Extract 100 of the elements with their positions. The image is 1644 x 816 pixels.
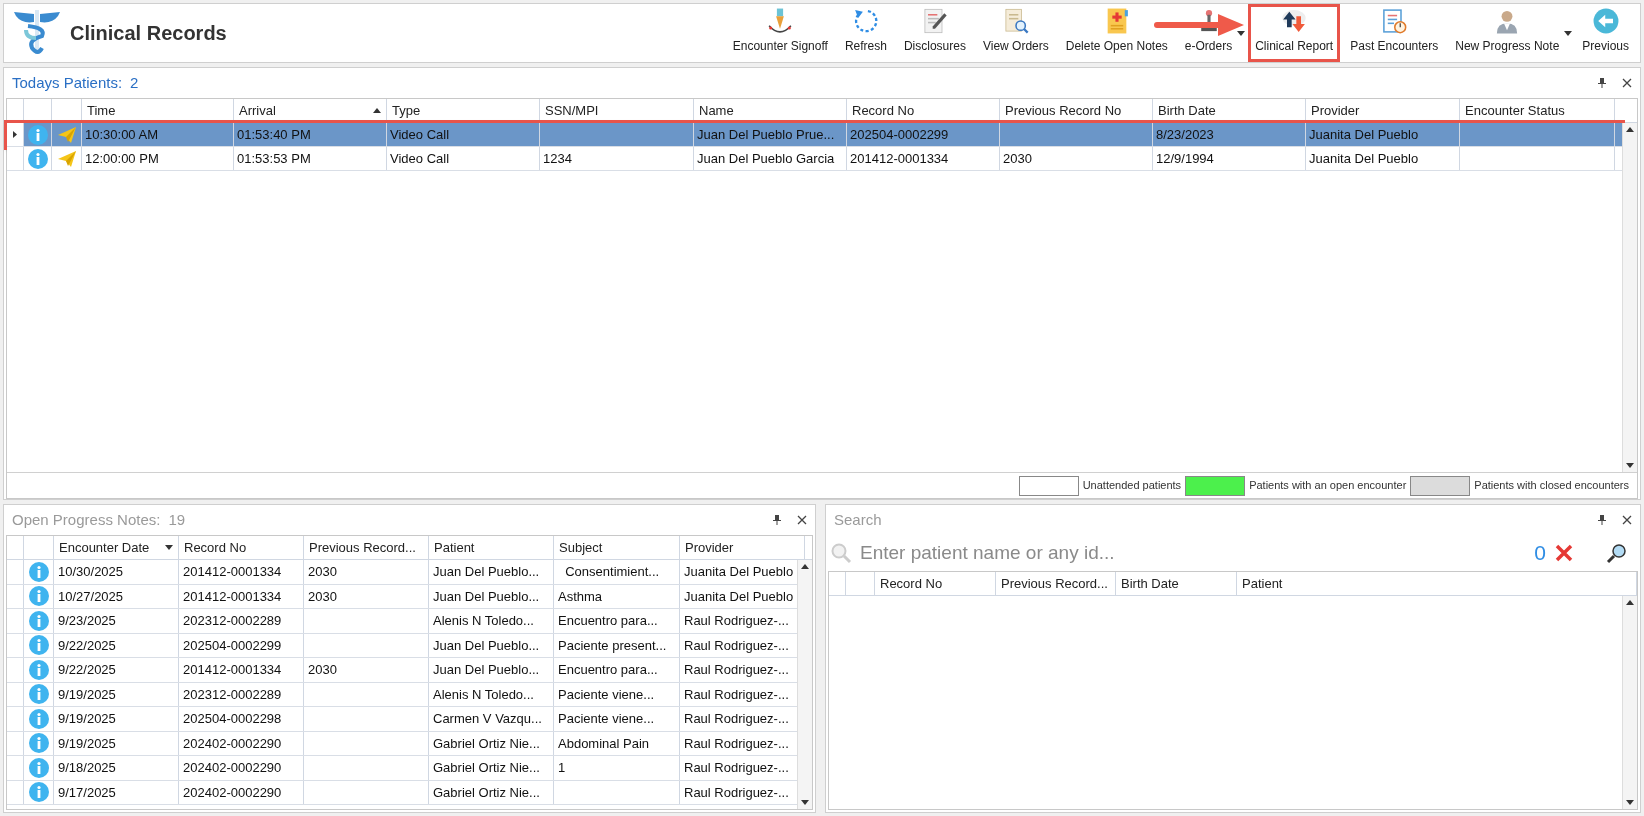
panel-title: Open Progress Notes: — [12, 509, 161, 530]
table-cell-text: Encuentro para... — [558, 612, 658, 630]
toolbar-button[interactable]: Clinical Report — [1248, 4, 1341, 62]
table-cell-text: 01:53:53 PM — [237, 149, 311, 168]
paper-plane-icon — [56, 125, 77, 144]
info-icon — [28, 586, 49, 607]
search-field[interactable]: Enter patient name or any id... — [860, 538, 1527, 568]
table-cell-text: Juan Del Pueblo... — [433, 587, 540, 606]
table-cell-text: 2030 — [308, 563, 337, 581]
table-cell-text: Video Call — [390, 125, 450, 144]
table-cell-text: Raul Rodriguez-... — [684, 734, 789, 753]
table-cell-text: 1234 — [543, 149, 572, 168]
table-cell-text: Abdominal Pain — [558, 734, 650, 753]
table-cell-text: 9/19/2025 — [58, 734, 116, 753]
table-cell-text: Paciente viene... — [558, 685, 655, 704]
close-icon[interactable] — [797, 515, 807, 525]
table-cell-text: Raul Rodriguez-... — [684, 661, 789, 679]
paper-plane-icon — [56, 149, 77, 168]
table-cell-text: 202504-0002299 — [183, 636, 282, 655]
table-cell-text: 201412-0001334 — [850, 149, 949, 168]
scrollbar[interactable] — [1622, 596, 1637, 809]
table-cell-text: Juan Del Pueblo... — [433, 563, 540, 581]
column-header[interactable]: Encounter Date — [54, 536, 179, 559]
scroll-down-icon[interactable] — [1626, 463, 1634, 468]
table-cell-text: 9/19/2025 — [58, 710, 116, 728]
table-cell-text: 9/22/2025 — [58, 661, 116, 679]
table-cell-text: Raul Rodriguez-... — [684, 636, 789, 655]
scroll-down-icon[interactable] — [1626, 800, 1634, 805]
pin-icon[interactable] — [773, 515, 781, 525]
column-header[interactable]: Birth Date — [1116, 572, 1237, 595]
table-cell-text: 9/19/2025 — [58, 685, 116, 704]
table-cell-text: 10/27/2025 — [58, 587, 124, 606]
legend-label: Unattended patients — [1082, 478, 1182, 494]
info-icon — [28, 659, 49, 680]
table-cell-text: 202312-0002289 — [183, 685, 282, 704]
table-cell-text: 9/22/2025 — [58, 636, 116, 655]
legend-label: Patients with an open encounter — [1249, 478, 1407, 494]
table-cell-text: 201412-0001334 — [183, 661, 282, 679]
dropdown-caret-icon[interactable] — [1564, 30, 1573, 36]
table-cell-text: 202402-0002290 — [183, 783, 282, 802]
info-icon — [28, 782, 49, 803]
close-icon[interactable] — [1622, 78, 1632, 88]
column-header[interactable]: Provider — [680, 536, 805, 559]
panel-count: 2 — [130, 72, 139, 93]
column-header[interactable]: Patient — [429, 536, 554, 559]
column-header[interactable]: Previous Record... — [996, 572, 1116, 595]
table-cell-text: Juanita Del Pueblo — [1309, 149, 1419, 168]
info-icon — [28, 733, 49, 754]
scrollbar[interactable] — [1622, 123, 1637, 472]
table-cell-text: 202402-0002290 — [183, 759, 282, 777]
panel-title: Todays Patients: — [12, 72, 123, 93]
table-cell-text: 201412-0001334 — [183, 587, 282, 606]
column-header[interactable]: Subject — [554, 536, 680, 559]
table-row[interactable]: 12:00:00 PM 01:53:53 PM Video Call 1234 Juan Del Pueblo Garcia 201412-0001334 2030 12/9/1994 Juanita Del Pueblo — [7, 147, 1622, 171]
table-cell-text: 9/23/2025 — [58, 612, 116, 630]
table-cell-text: Raul Rodriguez-... — [684, 783, 789, 802]
column-header[interactable]: Patient — [1237, 572, 1637, 595]
pin-icon[interactable] — [1598, 78, 1606, 88]
legend-label: Patients with closed encounters — [1474, 478, 1629, 494]
table-cell-text: 12/9/1994 — [1156, 149, 1214, 168]
table-cell-text: Juan Del Pueblo... — [433, 636, 540, 655]
scroll-down-icon[interactable] — [801, 800, 810, 805]
close-icon[interactable] — [1622, 515, 1632, 525]
table-cell-text: 9/17/2025 — [58, 783, 116, 802]
table-cell-text: 202504-0002299 — [850, 125, 949, 144]
table-cell-text: Juan Del Pueblo Prue... — [697, 125, 835, 144]
table-cell-text: 202402-0002290 — [183, 734, 282, 753]
table-cell-text: Asthma — [558, 587, 603, 606]
table-cell-text: Video Call — [390, 149, 450, 168]
panel-count: 19 — [168, 509, 186, 530]
scroll-up-icon[interactable] — [1626, 600, 1634, 605]
info-icon — [27, 124, 48, 145]
column-header[interactable]: Record No — [875, 572, 996, 595]
pin-icon[interactable] — [1598, 515, 1606, 525]
table-cell-text: Raul Rodriguez-... — [684, 612, 789, 630]
info-icon — [28, 684, 49, 705]
column-header[interactable]: Record No — [179, 536, 304, 559]
scroll-up-icon[interactable] — [1626, 127, 1634, 132]
table-row[interactable]: 10:30:00 AM 01:53:40 PM Video Call Juan Del Pueblo Prue... 202504-0002299 8/23/2023 Juanita Del Pueblo — [7, 123, 1622, 147]
table-cell-text: 202504-0002298 — [183, 710, 282, 728]
table-cell-text: 2030 — [1003, 149, 1032, 168]
column-header[interactable]: Previous Record... — [304, 536, 429, 559]
result-count: 0 — [1534, 540, 1546, 567]
scroll-up-icon[interactable] — [801, 564, 810, 569]
table-cell-text: 10/30/2025 — [58, 563, 124, 581]
table-cell-text: Juan Del Pueblo Garcia — [697, 149, 835, 168]
table-cell-text: Consentimient... — [564, 563, 660, 581]
row-pointer-icon — [13, 131, 17, 138]
scrollbar[interactable] — [797, 560, 812, 809]
dropdown-caret-icon[interactable] — [1237, 30, 1246, 36]
table-cell-text: 8/23/2023 — [1156, 125, 1214, 144]
table-cell-text: 2030 — [308, 661, 337, 679]
info-icon — [28, 561, 49, 582]
info-icon — [28, 757, 49, 778]
table-cell-text: Alenis N Toledo... — [433, 685, 534, 704]
clear-icon[interactable] — [1554, 543, 1574, 563]
table-cell-text: Paciente present... — [558, 636, 667, 655]
table-cell-text: 202312-0002289 — [183, 612, 282, 630]
search-icon[interactable] — [1606, 542, 1628, 564]
table-cell-text: 01:53:40 PM — [237, 125, 311, 144]
